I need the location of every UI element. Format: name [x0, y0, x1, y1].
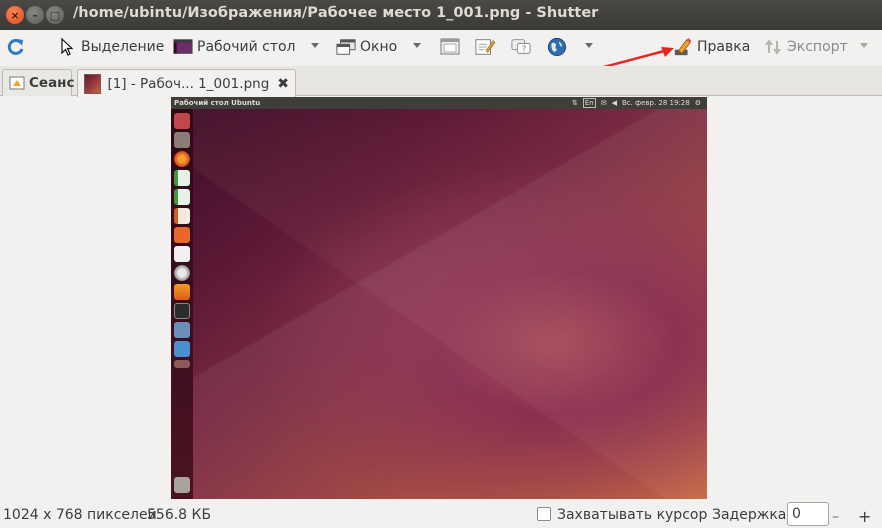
edit-button[interactable]: Правка	[673, 30, 750, 64]
screenshot-panel-title: Рабочий стол Ubuntu	[174, 99, 261, 107]
globe-icon	[547, 37, 567, 57]
delay-input[interactable]	[787, 502, 829, 526]
desktop-icon	[173, 37, 193, 57]
cursor-arrow-icon	[57, 37, 77, 57]
minimize-icon: –	[32, 8, 38, 22]
trash-icon	[174, 477, 190, 493]
amazon-icon	[174, 246, 190, 262]
selection-label: Выделение	[81, 39, 165, 55]
window-title: /home/ubintu/Изображения/Рабочее место 1…	[73, 5, 599, 21]
capture-cursor-checkbox[interactable]	[537, 507, 551, 521]
window-close-button[interactable]: ×	[6, 6, 24, 24]
image-filesize: 556.8 КБ	[147, 507, 212, 523]
screenshot-app-icon	[174, 322, 190, 338]
settings-icon	[174, 265, 190, 281]
network-icon: ⇅	[572, 99, 578, 107]
tab-image[interactable]: [1] - Рабоч... 1_001.png ✖	[77, 69, 296, 97]
export-button[interactable]: Экспорт	[763, 30, 848, 64]
selection-button[interactable]: Выделение	[57, 30, 164, 64]
capture-cursor-label: Захватывать курсор	[557, 507, 708, 523]
menu-icon	[440, 37, 460, 57]
menu-capture-button[interactable]	[440, 30, 460, 64]
tab-session-label: Сеанс	[29, 75, 75, 91]
screenshot-launcher	[171, 109, 193, 499]
web-capture-button[interactable]	[547, 30, 567, 64]
system-gear-icon: ⚙	[694, 99, 701, 107]
delay-increment-icon[interactable]: +	[858, 507, 871, 526]
desktop-capture-button[interactable]: Рабочий стол	[173, 30, 296, 64]
tab-bar: Сеанс [1] - Рабоч... 1_001.png ✖	[0, 66, 882, 97]
help-capture-button[interactable]: ?	[511, 30, 531, 64]
window-capture-button[interactable]: Окно	[336, 30, 397, 64]
desktop-label: Рабочий стол	[197, 39, 296, 55]
screenshot-top-panel: Рабочий стол Ubuntu ⇅ En ✉ ◀ Вс. февр. 2…	[171, 97, 707, 109]
files-icon	[174, 132, 190, 148]
refresh-icon	[6, 37, 26, 57]
window-dropdown-arrow-icon[interactable]	[413, 43, 421, 48]
question-bubble-icon: ?	[511, 37, 531, 57]
writer-icon	[174, 170, 190, 186]
refresh-button[interactable]	[6, 30, 26, 64]
vlc-icon	[174, 284, 190, 300]
dash-icon	[174, 113, 190, 129]
svg-text:?: ?	[522, 44, 526, 54]
calc-icon	[174, 189, 190, 205]
session-icon	[9, 75, 25, 91]
workspace-icon	[174, 360, 190, 368]
terminal-icon	[174, 303, 190, 319]
mail-icon: ✉	[600, 99, 607, 107]
close-icon: ×	[10, 8, 20, 22]
tab-image-label: [1] - Рабоч... 1_001.png	[107, 75, 270, 92]
desktop-wallpaper	[171, 109, 707, 499]
firefox-icon	[174, 151, 190, 167]
screenshot-preview: Рабочий стол Ubuntu ⇅ En ✉ ◀ Вс. февр. 2…	[171, 97, 707, 499]
volume-icon: ◀	[611, 99, 617, 107]
delay-decrement-icon[interactable]: –	[832, 509, 839, 525]
status-bar: 1024 x 768 пикселей 556.8 КБ Захватывать…	[0, 500, 882, 528]
keyboard-layout-indicator: En	[582, 98, 596, 108]
export-label: Экспорт	[787, 39, 848, 55]
window-maximize-button[interactable]: □	[46, 6, 64, 24]
edit-label: Правка	[697, 39, 751, 55]
impress-icon	[174, 208, 190, 224]
screenshot-panel-datetime: Вс. февр. 28 19:28	[622, 99, 690, 107]
delay-label: Задержка:	[712, 507, 792, 523]
image-dimensions: 1024 x 768 пикселей	[3, 507, 157, 523]
software-center-icon	[174, 227, 190, 243]
window-label: Окно	[360, 39, 398, 55]
export-dropdown-arrow-icon[interactable]	[860, 43, 868, 48]
window-titlebar: × – □ /home/ubintu/Изображения/Рабочее м…	[0, 0, 882, 30]
desktop-dropdown-arrow-icon[interactable]	[311, 43, 319, 48]
tab-close-icon[interactable]: ✖	[277, 76, 289, 92]
image-thumbnail	[84, 73, 102, 94]
window-minimize-button[interactable]: –	[26, 6, 44, 24]
maximize-icon: □	[49, 8, 61, 22]
image-viewer[interactable]: Рабочий стол Ubuntu ⇅ En ✉ ◀ Вс. февр. 2…	[0, 97, 882, 500]
window-icon	[336, 37, 356, 57]
tooltip-capture-button[interactable]	[475, 30, 495, 64]
tab-session[interactable]: Сеанс	[2, 69, 75, 96]
export-arrows-icon	[763, 37, 783, 57]
main-toolbar: Выделение Рабочий стол Окно ? Правка Экс…	[0, 30, 882, 66]
text-editor-icon	[174, 341, 190, 357]
tooltip-icon	[475, 37, 495, 57]
